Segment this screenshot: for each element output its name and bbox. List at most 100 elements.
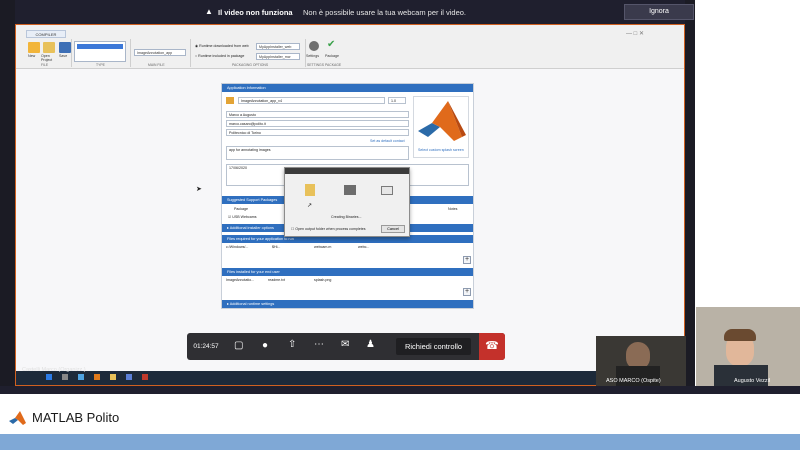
section-settings: SETTINGS [307,63,324,67]
video-warning-banner: ▲ Il video non funziona Non è possibile … [15,0,694,24]
req-file-2[interactable]: $Hi... [272,245,280,249]
participant-2-name: Augusto Vezzil [734,378,771,384]
dialog-status: Creating Binaries... [331,215,362,219]
checkmark-icon[interactable]: ✔ [327,39,335,50]
option-web-field[interactable]: MyAppInstaller_web [256,43,300,50]
warning-title: Il video non funziona [218,8,293,17]
divider [190,39,191,67]
addon-label: USB Webcams [232,215,257,219]
new-icon[interactable] [28,42,40,53]
inst-file-2[interactable]: readme.txt [268,278,285,282]
app-icon[interactable] [226,97,234,104]
version-field[interactable]: 1.0 [388,97,406,104]
settings-button[interactable]: Settings [306,54,319,58]
inst-file-3[interactable]: splash.png [314,278,331,282]
warning-message: Non è possibile usare la tua webcam per … [303,8,467,17]
taskbar-app-icon[interactable] [110,374,116,380]
taskbar-app-icon[interactable] [78,374,84,380]
more-options-icon[interactable]: ⋯ [314,339,324,350]
req-file-1[interactable]: c:/Windows/... [226,245,248,249]
taskbar-app-icon[interactable] [94,374,100,380]
summary-field[interactable]: app for annotating images [226,146,409,160]
participant-video-2[interactable]: Augusto Vezzil [696,307,800,386]
runtime-settings-header[interactable]: ▸ Additional runtime settings [222,300,473,308]
option-pkg-field[interactable]: MyAppInstaller_mcr [256,53,300,60]
files-installed-header[interactable]: Files installed for your end user [222,268,473,276]
type-selected[interactable] [77,44,123,49]
participants-icon[interactable]: ♟ [366,339,375,350]
author-field[interactable]: Marco a Augusto [226,111,409,118]
gear-icon[interactable] [309,41,319,51]
tab-compiler[interactable]: COMPILER [26,30,66,38]
save-button[interactable]: Save [59,54,67,58]
presenter-label: Castelli Marco (Organizz.) [22,367,86,373]
add-installed-file-button[interactable]: + [463,288,471,296]
meeting-bottom-strip [0,386,800,394]
meeting-controls: 01:24:57 ▢ ● ⇧ ⋯ ✉ ♟ Richiedi controllo … [187,333,505,360]
mouse-cursor-icon: ➤ [196,186,202,193]
req-file-4[interactable]: webc... [358,245,369,249]
brand-accent-bar [0,434,800,450]
warning-icon: ▲ [205,7,213,16]
section-file: FILE [41,63,49,67]
hang-up-button[interactable]: ☎ [479,333,505,360]
gear-box-icon [344,185,356,195]
addon-row[interactable]: ☑ USB Webcams [228,215,257,219]
new-button[interactable]: New [28,54,35,58]
shared-screen: COMPILER New Open Project Save FILE TYPE… [15,24,685,386]
req-file-3[interactable]: webcam.m [314,245,331,249]
email-field[interactable]: marco.casaro@polito.it [226,120,409,127]
chat-icon[interactable]: ✉ [341,339,349,350]
add-required-file-button[interactable]: + [463,256,471,264]
compiler-toolstrip: COMPILER New Open Project Save FILE TYPE… [16,25,684,69]
taskbar-app-icon[interactable] [62,374,68,380]
open-folder-label: Open output folder when process complete… [295,227,366,231]
installer-options-label: Additional installer options [229,226,274,230]
window-controls[interactable]: — □ ✕ [626,30,644,37]
section-type: TYPE [96,63,105,67]
camera-off-icon[interactable]: ▢ [234,340,243,351]
request-control-button[interactable]: Richiedi controllo [396,338,471,355]
set-default-contact-link[interactable]: Set as default contact [370,139,405,143]
folder-icon [381,186,393,195]
call-duration: 01:24:57 [193,343,219,350]
left-edge [0,0,15,386]
open-project-button[interactable]: Open Project [41,54,57,62]
packaging-dialog: ↗ Creating Binaries... ☐ Open output fol… [284,167,410,237]
microphone-icon[interactable]: ● [262,340,268,351]
type-list[interactable] [74,41,126,62]
section-packaging: PACKAGING OPTIONS [232,63,269,67]
inst-file-1[interactable]: ImageAnnotatio... [226,278,254,282]
section-package: PACKAGE [325,63,342,67]
app-name-field[interactable]: ImageAnnotation_app_v4 [238,97,385,104]
option-pkg-label: Runtime included in package [198,54,245,58]
splash-screen-box[interactable]: Select custom splash screen [413,96,469,158]
divider [71,39,72,67]
taskbar-app-icon[interactable] [142,374,148,380]
participant-hair [724,329,756,341]
save-icon[interactable] [59,42,71,53]
open-icon[interactable] [43,42,55,53]
section-main-file: MAIN FILE [148,63,165,67]
dialog-cancel-button[interactable]: Cancel [381,225,405,233]
taskbar-app-icon[interactable] [126,374,132,380]
brand-name: MATLAB Polito [32,410,120,425]
company-field[interactable]: Politecnico di Torino [226,129,409,136]
dialog-titlebar [285,168,409,174]
participant-video-1[interactable]: ASO MARCO (Ospite) [596,336,686,386]
option-web-radio[interactable]: ◉ Runtime downloaded from web [195,44,249,48]
main-file-field[interactable]: ImageAnnotation_app [134,49,186,56]
remote-taskbar: Castelli Marco (Organizz.) [16,367,684,385]
col-package: Package [234,207,248,211]
open-folder-checkbox[interactable]: ☐ Open output folder when process comple… [291,227,366,231]
app-info-header[interactable]: Application Information [222,84,473,92]
right-edge [685,0,695,386]
windows-icon[interactable] [46,374,52,380]
divider [305,39,306,67]
package-button[interactable]: Package [325,54,339,58]
option-pkg-radio[interactable]: ○ Runtime included in package [195,54,244,58]
splash-label[interactable]: Select custom splash screen [418,148,464,152]
ignore-button[interactable]: Ignora [624,4,694,20]
option-web-label: Runtime downloaded from web [199,44,249,48]
share-screen-icon[interactable]: ⇧ [288,339,296,350]
